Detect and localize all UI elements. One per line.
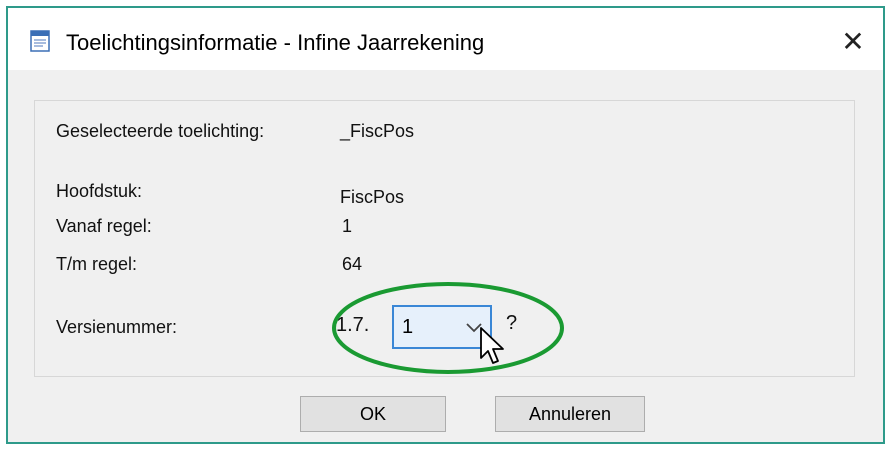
- selected-explanation-label: Geselecteerde toelichting:: [56, 121, 265, 141]
- close-button[interactable]: ✕: [833, 22, 873, 60]
- to-line-value: 64: [342, 254, 363, 274]
- window-title: Toelichtingsinformatie - Infine Jaarreke…: [66, 30, 485, 55]
- from-line-value: 1: [342, 216, 353, 236]
- document-icon: [30, 30, 50, 52]
- title-bar: Toelichtingsinformatie - Infine Jaarreke…: [8, 8, 883, 70]
- cancel-button[interactable]: Annuleren: [495, 396, 645, 432]
- chapter-label: Hoofdstuk:: [56, 181, 143, 201]
- mouse-pointer-icon: [480, 327, 504, 364]
- close-icon[interactable]: ✕: [841, 25, 864, 58]
- version-label: Versienummer:: [56, 317, 178, 337]
- dialog-window: Toelichtingsinformatie - Infine Jaarreke…: [6, 6, 885, 444]
- from-line-label: Vanaf regel:: [56, 216, 152, 236]
- selected-explanation-value: _FiscPos: [340, 121, 415, 141]
- ok-button[interactable]: OK: [300, 396, 446, 432]
- highlight-ellipse: [332, 282, 564, 374]
- chapter-value: FiscPos: [340, 187, 405, 207]
- to-line-label: T/m regel:: [56, 254, 138, 274]
